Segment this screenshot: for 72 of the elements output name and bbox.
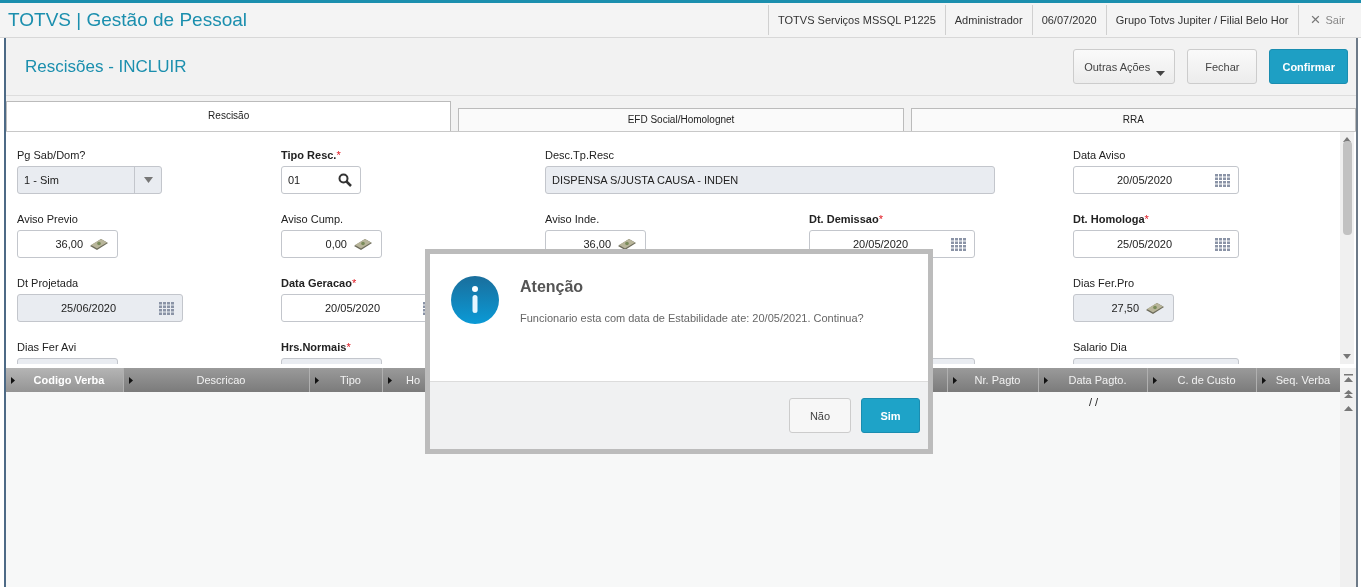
table-cell-text: / / [1087, 395, 1100, 410]
scrollbar[interactable] [1340, 368, 1356, 587]
field-label: Tipo Resc. [281, 149, 337, 161]
field-label: Dt Projetada [17, 277, 79, 289]
session-info: Administrador [944, 5, 1032, 35]
date-field[interactable]: 20/05/2020 [1073, 166, 1239, 194]
input-field[interactable]: 0,00 [281, 230, 382, 258]
field-label: Dt. Homologa [1073, 213, 1145, 225]
scroll-down-icon [1343, 354, 1351, 359]
money-icon [1145, 301, 1165, 315]
field-label: Hrs.Normais [281, 341, 347, 353]
required-mark: * [336, 149, 341, 161]
page-title: Rescisões - INCLUIR [25, 56, 187, 77]
close-icon: × [1310, 10, 1321, 30]
scroll-top-icon [1343, 374, 1353, 382]
field-label: Aviso Inde. [545, 213, 600, 225]
required-mark: * [1144, 213, 1149, 225]
money-icon [353, 237, 373, 251]
scroll-up-icon [1343, 406, 1353, 411]
triangle-icon [1044, 376, 1048, 384]
triangle-icon [315, 376, 319, 384]
calendar-icon [1215, 173, 1230, 187]
field-label: Data Geracao [281, 277, 352, 289]
actions-menu-button[interactable]: Outras Ações [1073, 49, 1176, 84]
required-mark: * [346, 341, 351, 353]
dialog-title: Atenção [520, 278, 585, 296]
field-label: Dt. Demissao [809, 213, 879, 225]
exit-button[interactable]: × Sair [1297, 5, 1361, 35]
tab[interactable]: RRA [910, 108, 1356, 131]
scrollbar[interactable] [1340, 132, 1354, 364]
calendar-icon [159, 301, 174, 315]
no-button[interactable]: Não [789, 398, 851, 433]
dialog-message: Funcionario esta com data de Estabilidade ate: 20/05/2021. Continua? [520, 312, 864, 324]
triangle-icon [1153, 376, 1157, 384]
required-mark: * [351, 277, 357, 289]
tab[interactable]: Rescisão [6, 101, 452, 131]
date-field[interactable]: 25/06/2020 [17, 294, 183, 322]
dropdown-arrow-icon [143, 177, 153, 183]
triangle-icon [1262, 376, 1266, 384]
scroll-thumb[interactable] [1342, 141, 1352, 235]
session-info: TOTVS Serviços MSSQL P1225 [768, 5, 945, 35]
scroll-up-icon [1343, 390, 1353, 398]
field-label: Salario Dia [1073, 341, 1127, 353]
input-field[interactable]: 36,00 [17, 230, 118, 258]
triangle-icon [11, 376, 15, 384]
caret-icon [1156, 71, 1166, 76]
field-label: Aviso Cump. [281, 213, 344, 225]
close-button[interactable]: Fechar [1187, 49, 1258, 84]
field-label: Aviso Previo [17, 213, 78, 225]
input-field[interactable]: DISPENSA S/JUSTA CAUSA - INDEN [545, 166, 995, 194]
field-label: Dias Fer Avi [17, 341, 77, 353]
field-label: Pg Sab/Dom? [17, 149, 86, 161]
triangle-icon [953, 376, 957, 384]
input-field[interactable]: 01 [281, 166, 361, 194]
triangle-icon [388, 376, 392, 384]
calendar-icon [951, 237, 966, 251]
required-mark: * [878, 213, 883, 225]
field-label: Dias Fer.Pro [1073, 277, 1135, 289]
field-label: Data Aviso [1073, 149, 1126, 161]
triangle-icon [129, 376, 133, 384]
dropdown[interactable]: 1 - Sim [17, 166, 162, 194]
date-field[interactable]: 25/05/2020 [1073, 230, 1239, 258]
session-info: Grupo Totvs Jupiter / Filial Belo Hor [1105, 5, 1298, 35]
tab[interactable]: EFD Social/Homolognet [458, 108, 904, 131]
app-title: TOTVS | Gestão de Pessoal [8, 9, 248, 31]
money-icon [89, 237, 109, 251]
session-info: 06/07/2020 [1031, 5, 1106, 35]
calendar-icon [1215, 237, 1230, 251]
field-label: Desc.Tp.Resc [545, 149, 615, 161]
input-field[interactable]: 27,50 [1073, 294, 1174, 322]
search-icon [338, 173, 352, 187]
info-icon [450, 275, 500, 325]
